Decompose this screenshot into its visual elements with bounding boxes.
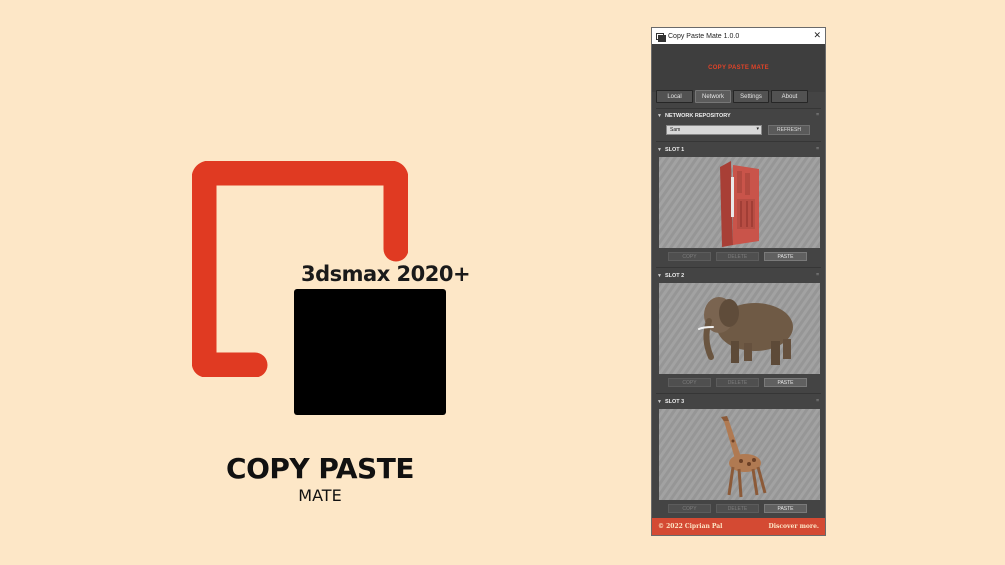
collapse-arrow-icon[interactable]: ▼ xyxy=(657,399,662,405)
slot-2-actions: COPY DELETE PASTE xyxy=(652,374,825,392)
header-title: COPY PASTE MATE xyxy=(708,65,769,71)
pin-icon[interactable]: = xyxy=(816,146,819,152)
slot-1-paste-button[interactable]: PASTE xyxy=(764,252,807,261)
slot-1-copy-button[interactable]: COPY xyxy=(668,252,711,261)
discover-more-link[interactable]: Discover more. xyxy=(769,523,820,530)
tab-local[interactable]: Local xyxy=(656,90,693,103)
slot-2-paste-button[interactable]: PASTE xyxy=(764,378,807,387)
slot-1-actions: COPY DELETE PASTE xyxy=(652,248,825,266)
collapse-arrow-icon[interactable]: ▼ xyxy=(657,147,662,153)
logo-square xyxy=(294,289,446,415)
slot-3-heading: SLOT 3 xyxy=(664,399,685,405)
repository-selected-value: Sam xyxy=(670,127,681,133)
footer-bar: © 2022 Ciprian Pal Discover more. xyxy=(652,518,825,535)
pin-icon[interactable]: = xyxy=(816,112,819,118)
slot-3-delete-button[interactable]: DELETE xyxy=(716,504,759,513)
slot-3-copy-button[interactable]: COPY xyxy=(668,504,711,513)
slot-1: ▼ SLOT 1 = COPY DELETE PASTE xyxy=(652,142,825,266)
window-titlebar[interactable]: Copy Paste Mate 1.0.0 ✕ xyxy=(652,28,825,44)
repository-heading: NETWORK REPOSITORY xyxy=(664,113,731,119)
tab-bar: Local Network Settings About xyxy=(652,90,825,104)
slot-1-heading: SLOT 1 xyxy=(664,147,685,153)
slot-1-preview xyxy=(659,157,820,248)
red-door-icon xyxy=(659,157,820,248)
close-icon[interactable]: ✕ xyxy=(813,30,821,41)
pin-icon[interactable]: = xyxy=(816,398,819,404)
app-icon xyxy=(656,32,666,42)
plugin-window: Copy Paste Mate 1.0.0 ✕ COPY PASTE MATE … xyxy=(651,27,826,536)
slot-2-preview xyxy=(659,283,820,374)
slot-3-header[interactable]: ▼ SLOT 3 = xyxy=(652,397,825,407)
slot-2-header[interactable]: ▼ SLOT 2 = xyxy=(652,271,825,281)
repository-row: Sam ▾ REFRESH xyxy=(652,121,825,137)
slot-3: ▼ SLOT 3 = COPY DELETE PASTE xyxy=(652,394,825,518)
refresh-button[interactable]: REFRESH xyxy=(768,125,810,135)
tab-network[interactable]: Network xyxy=(695,90,731,103)
slot-1-delete-button[interactable]: DELETE xyxy=(716,252,759,261)
giraffe-icon xyxy=(659,409,820,500)
pin-icon[interactable]: = xyxy=(816,272,819,278)
slot-2-heading: SLOT 2 xyxy=(664,273,685,279)
tab-settings[interactable]: Settings xyxy=(733,90,769,103)
copyright-text: © 2022 Ciprian Pal xyxy=(658,523,723,530)
repository-section-header[interactable]: ▼ NETWORK REPOSITORY = xyxy=(652,111,825,121)
slot-2-copy-button[interactable]: COPY xyxy=(668,378,711,387)
chevron-down-icon: ▾ xyxy=(756,126,759,132)
slot-3-actions: COPY DELETE PASTE xyxy=(652,500,825,518)
brand-title: COPY PASTE xyxy=(226,452,414,485)
collapse-arrow-icon[interactable]: ▼ xyxy=(657,113,662,119)
slot-1-header[interactable]: ▼ SLOT 1 = xyxy=(652,145,825,155)
slot-2-delete-button[interactable]: DELETE xyxy=(716,378,759,387)
elephant-icon xyxy=(659,283,820,374)
brand-subtitle: MATE xyxy=(298,486,342,505)
repository-select[interactable]: Sam ▾ xyxy=(666,125,762,135)
version-label: 3dsmax 2020+ xyxy=(301,262,471,286)
tab-about[interactable]: About xyxy=(771,90,808,103)
slot-3-paste-button[interactable]: PASTE xyxy=(764,504,807,513)
collapse-arrow-icon[interactable]: ▼ xyxy=(657,273,662,279)
window-title: Copy Paste Mate 1.0.0 xyxy=(668,32,740,40)
header-banner: COPY PASTE MATE xyxy=(652,44,825,92)
slot-2: ▼ SLOT 2 = COPY DELETE PASTE xyxy=(652,268,825,392)
tab-divider xyxy=(656,108,821,109)
slot-3-preview xyxy=(659,409,820,500)
